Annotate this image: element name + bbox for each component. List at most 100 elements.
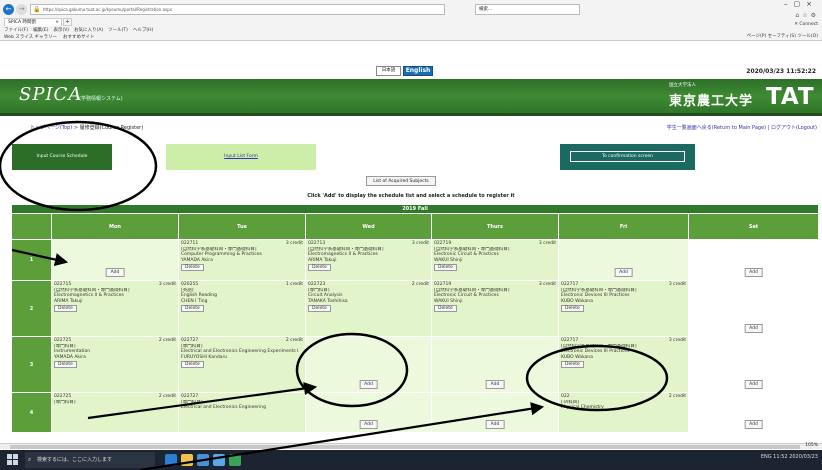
day-header: Thurs: [431, 213, 559, 240]
add-button[interactable]: Add: [744, 268, 763, 277]
delete-button[interactable]: Delete: [181, 361, 204, 369]
zoom-level[interactable]: 105%: [805, 443, 818, 448]
delete-button[interactable]: Delete: [308, 305, 331, 313]
period-label: 4: [11, 392, 52, 433]
add-button[interactable]: Add: [744, 380, 763, 389]
course-teacher: TANAKA Toshihisa: [308, 298, 348, 304]
add-button[interactable]: Add: [359, 380, 378, 389]
timetable-cell: Add: [305, 392, 432, 433]
period-row: 4 022725 2 credit [専門科目] 022727 [専門科目] Electri…: [11, 392, 820, 433]
breadcrumb: トップページ(Top) > 履修登録(Course Register): [30, 125, 144, 131]
delete-button[interactable]: Delete: [561, 361, 584, 369]
spica-logo[interactable]: SPICA: [19, 84, 82, 105]
course-code: 022723: [308, 282, 326, 287]
day-header: Wed: [305, 213, 432, 240]
course-credit: 3 credit: [538, 282, 556, 287]
app-icon[interactable]: [229, 454, 241, 466]
step-tabs: Input Course Schedule Input List Form To…: [12, 144, 818, 170]
step-input-course-schedule[interactable]: Input Course Schedule: [12, 144, 112, 170]
system-tray[interactable]: ENG 11:52 2020/03/23: [761, 454, 818, 460]
timetable-cell: 022717 3 credit [自然科学系基礎科目・専門基礎科目] Electron…: [558, 280, 689, 337]
period-row: 2 022715 3 credit [自然科学系基礎科目・専門基礎科目] Electro…: [11, 280, 820, 337]
add-button[interactable]: Add: [485, 420, 505, 429]
course-credit: 3 credit: [538, 241, 556, 246]
menu-help[interactable]: ヘルプ(H): [133, 28, 153, 33]
favorites-bar: Web スライス ギャラリー おすすめサイト: [4, 34, 101, 40]
step-input-list-form[interactable]: Input List Form: [166, 144, 316, 170]
timetable-cell: 022727 2 credit [専門科目] Electrical and Elect…: [178, 336, 306, 393]
course-header: 022727: [181, 394, 303, 400]
delete-button[interactable]: Delete: [561, 305, 584, 313]
university-type: 国立大学法人: [669, 83, 696, 88]
browser-search-input[interactable]: 検索...: [475, 4, 580, 15]
menu-file[interactable]: ファイル(F): [4, 28, 28, 33]
delete-button[interactable]: Delete: [181, 264, 204, 272]
delete-button[interactable]: Delete: [181, 305, 204, 313]
timetable-cell: 022713 3 credit [自然科学系基礎科目・専門基礎科目] Electrom…: [305, 239, 432, 281]
fav-web-slice[interactable]: Web スライス ギャラリー: [4, 35, 57, 40]
menu-favorites[interactable]: お気に入り(A): [74, 28, 103, 33]
course-header: 022717 3 credit: [561, 338, 686, 344]
course-code: 022725: [54, 338, 72, 343]
delete-button[interactable]: Delete: [308, 264, 331, 272]
scroll-thumb[interactable]: [10, 445, 800, 449]
lang-japanese-button[interactable]: 日本語: [376, 66, 401, 76]
timetable-cell: Add: [687, 280, 820, 337]
edge-icon[interactable]: [165, 454, 177, 466]
browser-tab[interactable]: SPICA 時間割 ×: [4, 18, 62, 26]
course-header: 022719 3 credit: [434, 282, 556, 288]
course-title: Physical Chemistry: [561, 405, 604, 411]
lang-english-button[interactable]: English: [403, 66, 433, 76]
timetable-cell: 022723 2 credit [専門科目] Circuit Analysis TANA…: [305, 280, 432, 337]
course-header: 022719 3 credit: [434, 241, 556, 247]
fav-suggested[interactable]: おすすめサイト: [63, 35, 95, 40]
course-teacher: ARIMA Takuji: [308, 257, 337, 263]
course-header: 022725 2 credit: [54, 338, 176, 344]
course-teacher: KUBO Wakana: [561, 298, 593, 304]
delete-button[interactable]: Delete: [54, 305, 77, 313]
delete-button[interactable]: Delete: [54, 361, 77, 369]
menu-view[interactable]: 表示(V): [53, 28, 69, 33]
horizontal-scrollbar[interactable]: [0, 443, 822, 449]
address-bar[interactable]: 🔒 https://spica.gakumu.tuat.ac.jp/kyoumu/…: [30, 4, 445, 15]
menu-edit[interactable]: 編集(E): [33, 28, 48, 33]
course-credit: 3 credit: [668, 282, 686, 287]
forward-icon[interactable]: →: [16, 4, 27, 15]
timetable: 2019 Fall Mon Tue Wed Thurs Fri Sat 1 Add…: [10, 204, 820, 433]
return-logout-links[interactable]: 学生一覧画面へ戻る(Return to Main Page) | ログアウト(L…: [667, 124, 817, 131]
day-header: Fri: [558, 213, 689, 240]
close-tab-icon[interactable]: ×: [55, 19, 59, 26]
back-icon[interactable]: ←: [3, 4, 14, 15]
add-button[interactable]: Add: [614, 268, 633, 277]
breadcrumb-top-link[interactable]: トップページ(Top): [30, 125, 72, 131]
menu-tools[interactable]: ツール(T): [108, 28, 128, 33]
course-header: 022717 3 credit: [561, 282, 686, 288]
mail-icon[interactable]: [197, 454, 209, 466]
connect-link[interactable]: ✕ Connect: [794, 22, 818, 27]
course-code: 022715: [54, 282, 72, 287]
add-button[interactable]: Add: [744, 324, 763, 333]
ie-icon[interactable]: [213, 454, 225, 466]
browser-toolbar-icons[interactable]: ⌂☆⚙: [795, 12, 819, 19]
course-credit: 2 credit: [411, 282, 429, 287]
new-tab-button[interactable]: +: [63, 18, 72, 26]
add-button[interactable]: Add: [744, 420, 763, 429]
course-title: Electrical and Electronics Engineering E…: [181, 349, 299, 355]
add-button[interactable]: Add: [359, 420, 378, 429]
taskbar-search-input[interactable]: ⌕ 検索するには、ここに入力します: [25, 452, 155, 468]
delete-button[interactable]: Delete: [434, 264, 457, 272]
confirmation-button[interactable]: To confirmation screen: [570, 151, 685, 162]
delete-button[interactable]: Delete: [434, 305, 457, 313]
course-header: 022723 2 credit: [308, 282, 429, 288]
window-controls[interactable]: –▢×: [784, 0, 818, 8]
acquired-subjects-button[interactable]: List of Acquired Subjects: [366, 176, 436, 186]
course-header: 022713 3 credit: [308, 241, 429, 247]
add-button[interactable]: Add: [105, 268, 125, 277]
add-button[interactable]: Add: [485, 380, 505, 389]
command-bar[interactable]: ページ(P) セーフティ(S) ツール(O): [747, 33, 818, 39]
folder-icon[interactable]: [181, 454, 193, 466]
course-teacher: WAKUI Shinji: [434, 298, 463, 304]
day-header: Mon: [51, 213, 179, 240]
windows-start-icon[interactable]: [7, 454, 18, 465]
course-code: 022713: [308, 241, 326, 246]
